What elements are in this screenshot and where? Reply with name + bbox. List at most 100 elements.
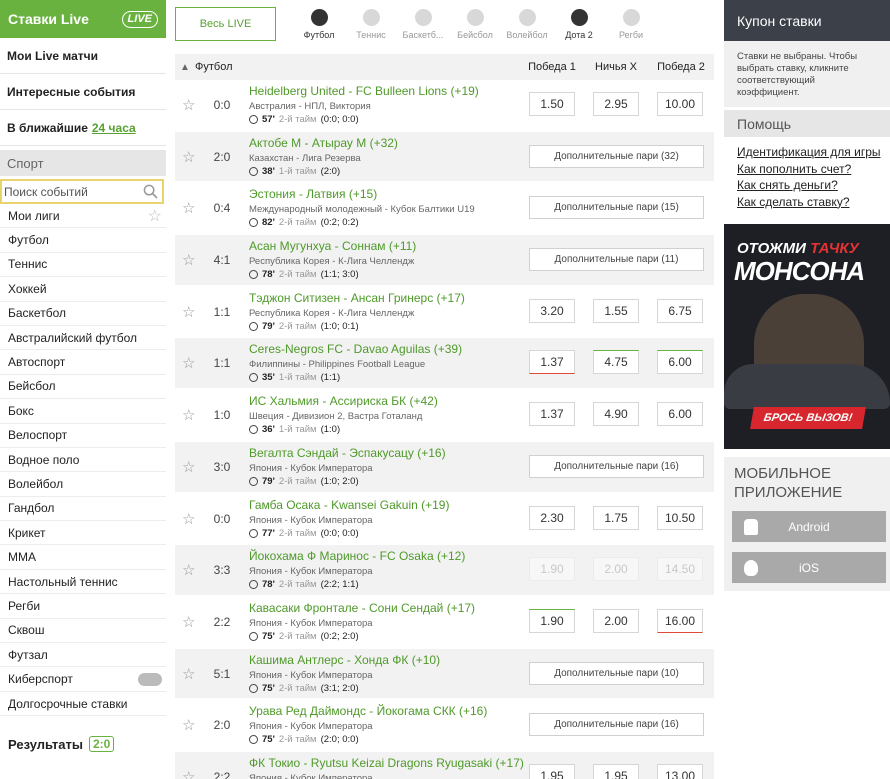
help-link[interactable]: Как пополнить счет? — [737, 161, 890, 178]
favorite-star-icon[interactable]: ☆ — [182, 613, 195, 631]
favorite-star-icon[interactable]: ☆ — [182, 96, 195, 114]
odd-win2-button[interactable]: 10.00 — [657, 92, 703, 116]
nearest-24h-link[interactable]: 24 часа — [92, 121, 136, 135]
additional-bets-button[interactable]: Дополнительные пари (10) — [529, 661, 704, 685]
sport-tab[interactable]: Баскетб... — [397, 8, 449, 40]
promo-cta-button[interactable]: БРОСЬ ВЫЗОВ! — [750, 407, 866, 429]
odd-win2-button[interactable]: 16.00 — [657, 608, 703, 633]
odd-win2-button[interactable]: 6.00 — [657, 350, 703, 375]
sidebar-sport-item[interactable]: Волейбол — [0, 472, 166, 497]
match-title-link[interactable]: Heidelberg United - FC Bulleen Lions (+1… — [249, 84, 479, 98]
help-link[interactable]: Как снять деньги? — [737, 177, 890, 194]
favorite-star-icon[interactable]: ☆ — [182, 251, 195, 269]
odd-win1-button[interactable]: 3.20 — [529, 298, 575, 323]
promo-banner[interactable]: ОТОЖМИ ТАЧКУ МОНСОНА БРОСЬ ВЫЗОВ! — [724, 224, 890, 449]
additional-bets-button[interactable]: Дополнительные пари (16) — [529, 713, 704, 737]
odd-draw-button[interactable]: 2.00 — [593, 608, 639, 633]
my-live-matches-link[interactable]: Мои Live матчи — [0, 38, 166, 74]
odd-win2-button[interactable]: 6.75 — [657, 298, 703, 323]
odd-win2-button[interactable]: 10.50 — [657, 505, 703, 530]
match-title-link[interactable]: Гамба Осака - Kwansei Gakuin (+19) — [249, 498, 449, 512]
favorite-star-icon[interactable]: ☆ — [182, 303, 195, 321]
sidebar-sport-item[interactable]: Футбол — [0, 228, 166, 253]
interesting-events-link[interactable]: Интересные события — [0, 74, 166, 110]
odd-draw-button[interactable]: 2.95 — [593, 92, 639, 116]
sidebar-sport-item[interactable]: Крикет — [0, 521, 166, 546]
sidebar-sport-item[interactable]: Хоккей — [0, 277, 166, 302]
sport-tab[interactable]: Теннис — [345, 8, 397, 40]
odd-win1-button[interactable]: 1.90 — [529, 608, 575, 633]
additional-bets-button[interactable]: Дополнительные пари (16) — [529, 454, 704, 478]
sidebar-sport-item[interactable]: Долгосрочные ставки — [0, 692, 166, 717]
sport-tab[interactable]: Регби — [605, 8, 657, 40]
favorite-star-icon[interactable]: ☆ — [182, 665, 195, 683]
sidebar-sport-item[interactable]: MMA — [0, 545, 166, 570]
sport-tab[interactable]: Дота 2 — [553, 8, 605, 40]
match-title-link[interactable]: Эстония - Латвия (+15) — [249, 187, 377, 201]
sport-tab[interactable]: Волейбол — [501, 8, 553, 40]
sidebar-sport-item[interactable]: Баскетбол — [0, 302, 166, 326]
search-icon[interactable] — [143, 184, 158, 199]
sidebar-sport-item[interactable]: Велоспорт — [0, 424, 166, 448]
odd-win1-button[interactable]: 1.50 — [529, 92, 575, 116]
favorite-star-icon[interactable]: ☆ — [182, 458, 195, 476]
sidebar-sport-item[interactable]: Бейсбол — [0, 375, 166, 400]
event-search[interactable] — [0, 179, 164, 204]
sidebar-sport-item[interactable]: Настольный теннис — [0, 570, 166, 595]
odd-draw-button[interactable]: 1.55 — [593, 298, 639, 323]
odd-win1-button[interactable]: 1.37 — [529, 402, 575, 427]
favorite-star-icon[interactable]: ☆ — [182, 199, 195, 217]
android-app-button[interactable]: Android — [732, 511, 886, 542]
star-icon[interactable]: ☆ — [148, 206, 162, 226]
sidebar-sport-item[interactable]: Теннис — [0, 253, 166, 278]
odd-win1-button[interactable]: 1.95 — [529, 763, 575, 779]
match-title-link[interactable]: Кашима Антлерс - Хонда ФК (+10) — [249, 653, 440, 667]
sidebar-sport-item[interactable]: Гандбол — [0, 497, 166, 522]
favorite-star-icon[interactable]: ☆ — [182, 768, 195, 779]
event-search-input[interactable] — [4, 184, 124, 199]
odd-win1-button[interactable]: 2.30 — [529, 505, 575, 530]
favorite-star-icon[interactable]: ☆ — [182, 406, 195, 424]
ios-app-button[interactable]: iOS — [732, 552, 886, 583]
favorite-star-icon[interactable]: ☆ — [182, 561, 195, 579]
sidebar-sport-item[interactable]: Водное поло — [0, 448, 166, 473]
match-title-link[interactable]: Тэджон Ситизен - Ансан Гринерс (+17) — [249, 291, 465, 305]
additional-bets-button[interactable]: Дополнительные пари (32) — [529, 144, 704, 168]
sidebar-sport-item[interactable]: Австралийский футбол — [0, 326, 166, 351]
sport-tab[interactable]: Футбол — [293, 8, 345, 40]
favorite-star-icon[interactable]: ☆ — [182, 510, 195, 528]
match-title-link[interactable]: ИС Хальмия - Ассириска БК (+42) — [249, 394, 438, 408]
sidebar-sport-item[interactable]: Футзал — [0, 643, 166, 668]
all-live-button[interactable]: Весь LIVE — [175, 7, 276, 41]
match-title-link[interactable]: Кавасаки Фронтале - Сони Сендай (+17) — [249, 601, 475, 615]
match-title-link[interactable]: Урава Ред Даймондс - Йокогама СКК (+16) — [249, 704, 487, 718]
match-title-link[interactable]: Йокохама Ф Маринос - FC Osaka (+12) — [249, 549, 465, 563]
additional-bets-button[interactable]: Дополнительные пари (11) — [529, 248, 704, 272]
match-title-link[interactable]: Асан Мугунхуа - Соннам (+11) — [249, 239, 416, 253]
odd-draw-button[interactable]: 4.75 — [593, 350, 639, 375]
sidebar-sport-item[interactable]: Киберспорт — [0, 667, 166, 692]
sidebar-sport-item[interactable]: Автоспорт — [0, 350, 166, 375]
help-link[interactable]: Как сделать ставку? — [737, 194, 890, 211]
sidebar-sport-item[interactable]: Сквош — [0, 619, 166, 644]
help-link[interactable]: Идентификация для игры — [737, 144, 890, 161]
odd-win2-button[interactable]: 6.00 — [657, 402, 703, 427]
sidebar-sport-item[interactable]: Регби — [0, 594, 166, 619]
odd-draw-button[interactable]: 4.90 — [593, 402, 639, 427]
live-bets-header[interactable]: Ставки Live LIVE — [0, 0, 166, 38]
additional-bets-button[interactable]: Дополнительные пари (15) — [529, 196, 704, 220]
favorite-star-icon[interactable]: ☆ — [182, 716, 195, 734]
odd-draw-button[interactable]: 1.95 — [593, 763, 639, 779]
odd-win1-button[interactable]: 1.37 — [529, 350, 575, 375]
favorite-star-icon[interactable]: ☆ — [182, 148, 195, 166]
match-title-link[interactable]: Ceres-Negros FC - Davao Aguilas (+39) — [249, 342, 462, 356]
results-link[interactable]: Результаты 2:0 — [0, 731, 166, 757]
match-title-link[interactable]: Вегалта Сэндай - Эспакусацу (+16) — [249, 446, 446, 460]
match-title-link[interactable]: ФК Токио - Ryutsu Keizai Dragons Ryugasa… — [249, 756, 524, 770]
odd-draw-button[interactable]: 1.75 — [593, 505, 639, 530]
sport-tab[interactable]: Бейсбол — [449, 8, 501, 40]
odd-win2-button[interactable]: 13.00 — [657, 763, 703, 779]
favorite-star-icon[interactable]: ☆ — [182, 354, 195, 372]
sidebar-sport-item[interactable]: Мои лиги ☆ — [0, 204, 166, 229]
sidebar-sport-item[interactable]: Бокс — [0, 399, 166, 424]
